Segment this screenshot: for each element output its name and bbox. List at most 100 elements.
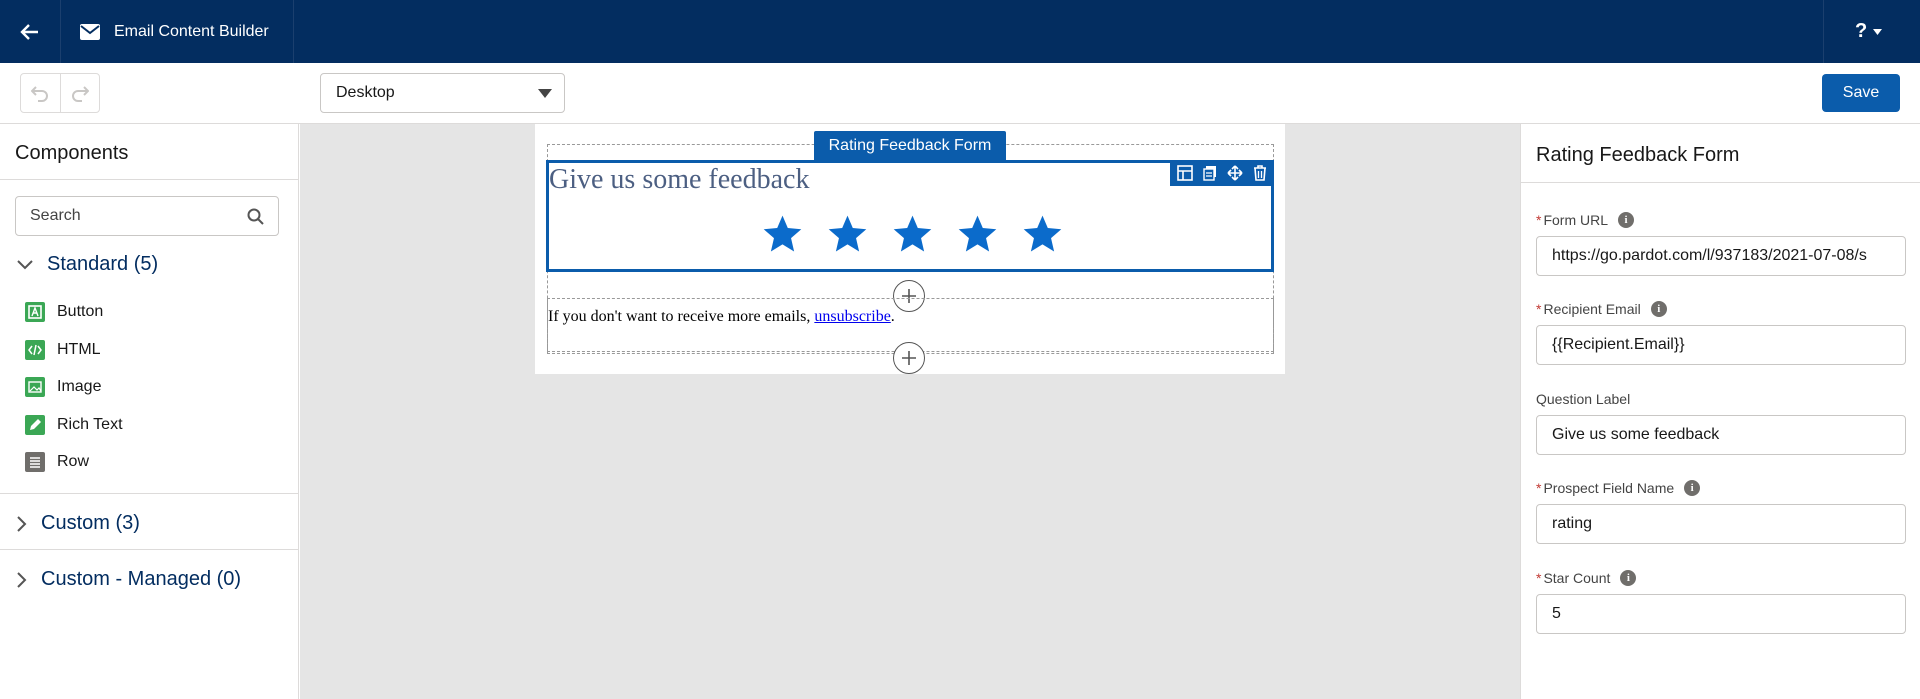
section-label: Custom (3) xyxy=(41,512,140,534)
component-button[interactable]: Button xyxy=(25,302,103,322)
field-label: Question Label xyxy=(1536,391,1631,407)
section-label: Custom - Managed (0) xyxy=(41,568,242,590)
save-button[interactable]: Save xyxy=(1822,74,1900,112)
star-rating xyxy=(762,213,1063,254)
app-title: Email Content Builder xyxy=(114,22,269,40)
device-select-value: Desktop xyxy=(336,84,395,101)
undo-redo-group xyxy=(20,73,100,113)
device-preview-select[interactable]: Desktop xyxy=(320,73,565,113)
caret-down-icon xyxy=(538,89,552,98)
divider xyxy=(0,549,299,550)
button-icon xyxy=(25,302,45,322)
plus-icon xyxy=(902,351,916,365)
redo-button[interactable] xyxy=(59,74,99,112)
required-marker: * xyxy=(1536,301,1542,317)
header-divider xyxy=(1823,0,1824,63)
components-panel: Components Search Standard (5) Button HT… xyxy=(0,124,299,699)
section-label: Standard (5) xyxy=(47,253,159,275)
selected-block-label: Rating Feedback Form xyxy=(814,131,1006,161)
component-html[interactable]: HTML xyxy=(25,340,101,360)
chevron-down-icon xyxy=(1873,28,1883,35)
component-label: Row xyxy=(57,453,90,470)
divider xyxy=(0,493,299,494)
help-icon: ? xyxy=(1855,20,1868,42)
component-search-input[interactable]: Search xyxy=(15,196,279,236)
prospect-field-name-field: * Prospect Field Name i rating xyxy=(1536,478,1906,544)
info-icon[interactable]: i xyxy=(1620,570,1637,586)
unsubscribe-prefix: If you don't want to receive more emails… xyxy=(548,308,815,325)
redo-icon xyxy=(72,86,89,102)
star-icon[interactable] xyxy=(827,213,868,254)
info-icon[interactable]: i xyxy=(1650,301,1667,317)
component-image[interactable]: Image xyxy=(25,377,101,397)
chevron-down-icon xyxy=(17,259,33,269)
copy-icon[interactable] xyxy=(1201,165,1218,182)
recipient-email-field: * Recipient Email i {{Recipient.Email}} xyxy=(1536,299,1906,365)
field-label: Star Count xyxy=(1543,570,1611,586)
layout-icon[interactable] xyxy=(1176,165,1193,182)
required-marker: * xyxy=(1536,212,1542,228)
properties-title: Rating Feedback Form xyxy=(1536,144,1740,166)
trash-icon[interactable] xyxy=(1251,165,1268,182)
info-icon[interactable]: i xyxy=(1618,212,1635,228)
unsubscribe-suffix: . xyxy=(890,308,895,325)
form-url-input[interactable]: https://go.pardot.com/l/937183/2021-07-0… xyxy=(1536,236,1906,276)
required-marker: * xyxy=(1536,570,1542,586)
recipient-email-input[interactable]: {{Recipient.Email}} xyxy=(1536,325,1906,365)
section-custom-managed[interactable]: Custom - Managed (0) xyxy=(17,568,241,591)
move-icon[interactable] xyxy=(1226,165,1243,182)
undo-icon xyxy=(31,86,49,102)
feedback-question: Give us some feedback xyxy=(549,164,810,195)
search-icon xyxy=(247,208,264,225)
block-toolbar xyxy=(1170,160,1274,186)
email-icon xyxy=(80,23,100,40)
component-label: Image xyxy=(57,378,102,395)
email-body: Rating Feedback Form Give us some feedba… xyxy=(535,124,1285,374)
undo-button[interactable] xyxy=(21,74,60,112)
header-divider xyxy=(293,0,294,63)
builder-toolbar: Desktop Save xyxy=(0,63,1920,124)
field-label: Recipient Email xyxy=(1543,301,1641,317)
star-icon[interactable] xyxy=(1022,213,1063,254)
prospect-field-name-input[interactable]: rating xyxy=(1536,504,1906,544)
email-canvas: Rating Feedback Form Give us some feedba… xyxy=(300,124,1520,699)
required-marker: * xyxy=(1536,480,1542,496)
star-icon[interactable] xyxy=(892,213,933,254)
info-icon[interactable]: i xyxy=(1684,480,1701,496)
global-header: Email Content Builder ? xyxy=(0,0,1920,63)
chevron-right-icon xyxy=(17,571,27,588)
properties-panel: Rating Feedback Form * Form URL i https://… xyxy=(1520,124,1920,699)
back-button[interactable] xyxy=(0,0,61,63)
unsubscribe-text: If you don't want to receive more emails… xyxy=(548,308,895,326)
section-custom[interactable]: Custom (3) xyxy=(17,512,140,535)
component-label: Button xyxy=(57,303,104,320)
unsubscribe-link[interactable]: unsubscribe xyxy=(814,308,890,325)
chevron-right-icon xyxy=(17,515,27,532)
field-label: Form URL xyxy=(1543,212,1609,228)
component-label: Rich Text xyxy=(57,416,123,433)
question-label-input[interactable]: Give us some feedback xyxy=(1536,415,1906,455)
image-icon xyxy=(25,377,45,397)
pencil-icon xyxy=(25,415,45,435)
component-rich-text[interactable]: Rich Text xyxy=(25,415,123,435)
components-title: Components xyxy=(15,142,129,164)
star-icon[interactable] xyxy=(957,213,998,254)
field-label: Prospect Field Name xyxy=(1543,480,1675,496)
component-label: HTML xyxy=(57,341,101,358)
star-icon[interactable] xyxy=(762,213,803,254)
divider xyxy=(0,179,299,180)
row-icon xyxy=(25,452,45,472)
rating-feedback-block[interactable]: Give us some feedback xyxy=(546,160,1274,272)
divider xyxy=(1521,182,1920,183)
star-count-input[interactable]: 5 xyxy=(1536,594,1906,634)
component-row[interactable]: Row xyxy=(25,452,89,472)
question-label-field: Question Label Give us some feedback xyxy=(1536,389,1906,455)
search-placeholder: Search xyxy=(30,207,81,224)
section-standard[interactable]: Standard (5) xyxy=(17,253,158,276)
star-count-field: * Star Count i 5 xyxy=(1536,568,1906,634)
add-block-button[interactable] xyxy=(893,342,925,374)
arrow-left-icon xyxy=(20,23,38,40)
help-menu-button[interactable]: ? xyxy=(1855,0,1883,63)
app-name: Email Content Builder xyxy=(80,0,269,63)
code-icon xyxy=(25,340,45,360)
